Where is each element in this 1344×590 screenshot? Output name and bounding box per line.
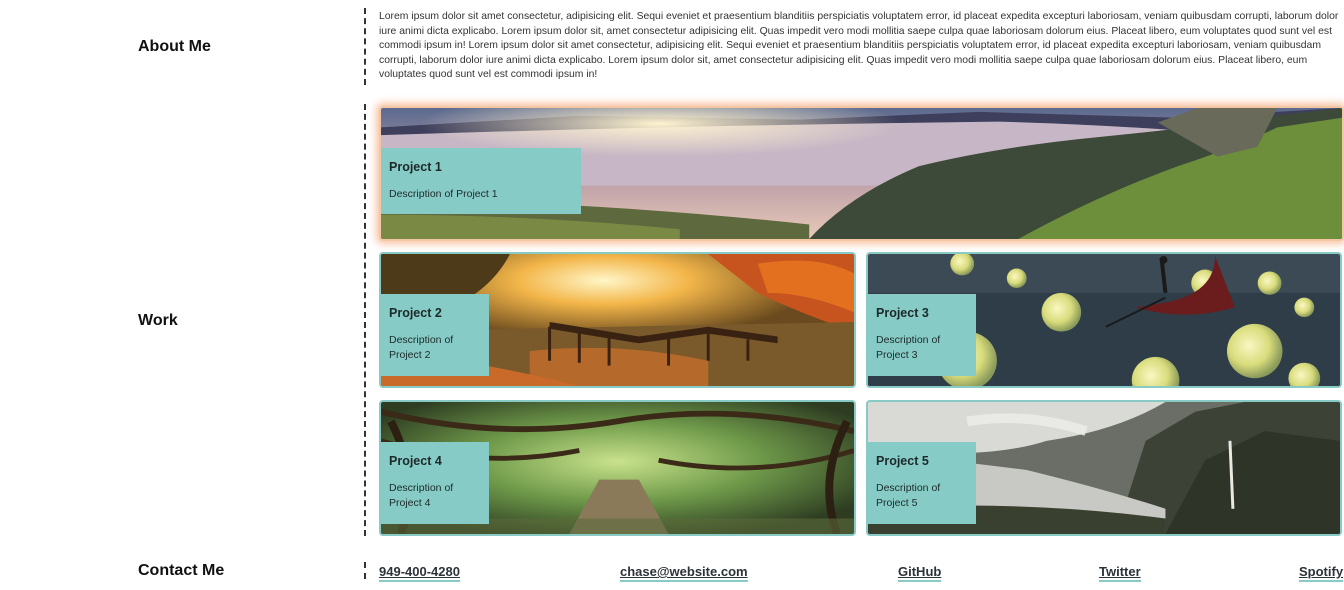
project-card-4[interactable]: Project 4 Description of Project 4 bbox=[379, 400, 856, 536]
about-divider bbox=[364, 8, 366, 85]
project-caption: Project 4 Description of Project 4 bbox=[381, 442, 489, 524]
project-description: Description of Project 1 bbox=[389, 188, 498, 200]
project-description: Description of Project 3 bbox=[876, 334, 941, 361]
spotify-link[interactable]: Spotify bbox=[1299, 564, 1344, 582]
project-title: Project 5 bbox=[876, 454, 929, 468]
project-title: Project 1 bbox=[389, 160, 442, 174]
project-title: Project 4 bbox=[389, 454, 442, 468]
email-link[interactable]: chase@website.com bbox=[620, 564, 748, 582]
project-description: Description of Project 5 bbox=[876, 482, 941, 509]
contact-divider bbox=[364, 562, 366, 579]
github-link[interactable]: GitHub bbox=[898, 564, 942, 582]
work-heading: Work bbox=[138, 312, 178, 329]
phone-link[interactable]: 949-400-4280 bbox=[379, 564, 460, 582]
project-card-5[interactable]: Project 5 Description of Project 5 bbox=[866, 400, 1342, 536]
project-caption: Project 2 Description of Project 2 bbox=[381, 294, 489, 376]
about-paragraph: Lorem ipsum dolor sit amet consectetur, … bbox=[379, 11, 1339, 81]
project-description: Description of Project 4 bbox=[389, 482, 454, 509]
about-heading: About Me bbox=[138, 38, 211, 55]
project-card-1[interactable]: Project 1 Description of Project 1 bbox=[379, 106, 1344, 241]
project-card-2[interactable]: Project 2 Description of Project 2 bbox=[379, 252, 856, 388]
project-caption: Project 1 Description of Project 1 bbox=[381, 148, 581, 214]
project-description: Description of Project 2 bbox=[389, 334, 454, 361]
project-card-3[interactable]: Project 3 Description of Project 3 bbox=[866, 252, 1342, 388]
work-divider bbox=[364, 104, 366, 536]
project-title: Project 2 bbox=[389, 306, 442, 320]
project-title: Project 3 bbox=[876, 306, 929, 320]
project-caption: Project 5 Description of Project 5 bbox=[868, 442, 976, 524]
project-caption: Project 3 Description of Project 3 bbox=[868, 294, 976, 376]
contact-heading: Contact Me bbox=[138, 562, 225, 579]
twitter-link[interactable]: Twitter bbox=[1099, 564, 1141, 582]
